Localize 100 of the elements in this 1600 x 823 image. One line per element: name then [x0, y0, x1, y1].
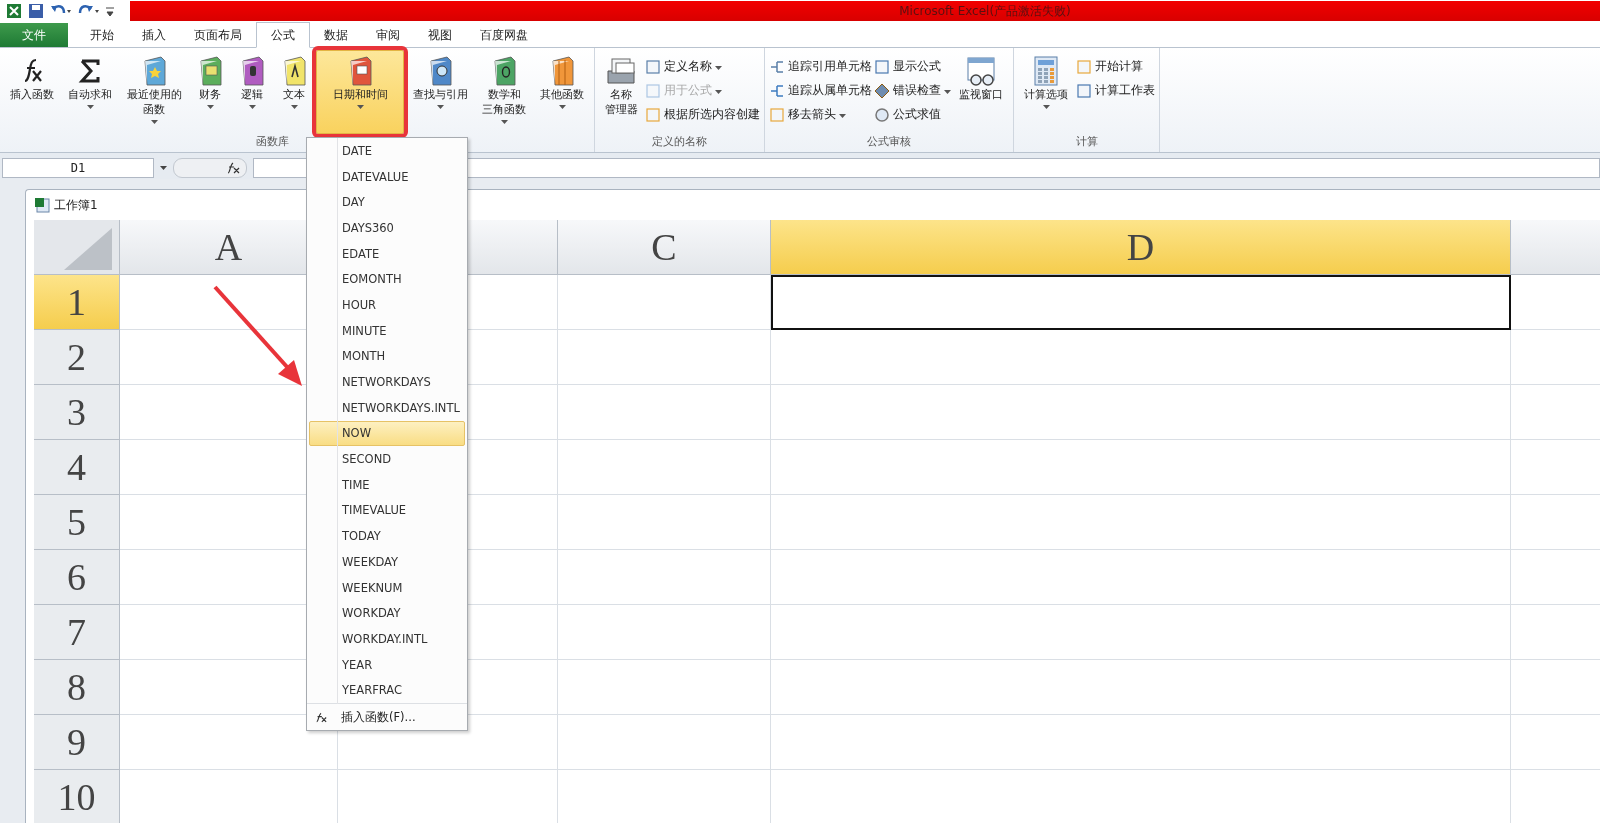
sheet-cell[interactable] — [771, 660, 1511, 715]
trace-arrows-icon — [769, 82, 785, 99]
menu-item[interactable]: DAY — [309, 189, 465, 216]
ribbon-button[interactable]: 名称 管理器 — [599, 50, 643, 134]
magnifier-icon — [874, 106, 890, 123]
row-header[interactable]: 9 — [34, 715, 120, 770]
sheet-cell[interactable] — [558, 495, 771, 550]
row-header[interactable]: 7 — [34, 605, 120, 660]
ribbon-button[interactable]: 财务 — [190, 50, 230, 134]
menu-item[interactable]: NETWORKDAYS.INTL — [309, 394, 465, 421]
menu-item[interactable]: WORKDAY.INTL — [309, 626, 465, 652]
menu-item[interactable]: DATEVALUE — [309, 163, 465, 190]
ribbon-button[interactable]: 最近使用的 函数 — [120, 50, 188, 134]
sheet-cell[interactable] — [558, 330, 771, 385]
menu-item[interactable]: MINUTE — [309, 317, 465, 344]
row-header[interactable]: 10 — [34, 770, 120, 823]
row-header[interactable]: 5 — [34, 495, 120, 550]
ribbon-button[interactable]: 查找与引用 — [406, 50, 474, 134]
sheet-cell[interactable] — [771, 440, 1511, 495]
menu-item[interactable]: YEARFRAC — [309, 677, 465, 704]
menu-item[interactable]: NOW — [309, 420, 465, 447]
customize-toolbar-icon[interactable] — [106, 4, 114, 18]
ribbon-button[interactable]: 数学和 三角函数 — [476, 50, 532, 134]
menu-item[interactable]: WEEKNUM — [309, 574, 465, 601]
save-icon[interactable] — [28, 3, 44, 19]
active-cell[interactable] — [771, 275, 1511, 330]
menu-item[interactable]: YEAR — [309, 651, 465, 678]
ribbon-tab[interactable]: 开始 — [76, 23, 128, 47]
caret-icon — [290, 105, 298, 110]
ribbon-tab[interactable]: 数据 — [310, 23, 362, 47]
ribbon-button[interactable]: 追踪引用单元格 — [769, 56, 872, 77]
ribbon-button[interactable]: 自动求和 — [62, 50, 118, 134]
menu-item[interactable]: 插入函数(F)... — [307, 703, 467, 731]
excel-logo-icon[interactable] — [6, 3, 22, 19]
select-all-corner[interactable] — [34, 220, 120, 275]
ribbon-button[interactable]: 追踪从属单元格 — [769, 80, 872, 101]
caret-icon[interactable] — [160, 165, 167, 171]
row-header[interactable]: 3 — [34, 385, 120, 440]
ribbon-tab[interactable]: 插入 — [128, 23, 180, 47]
ribbon-button[interactable]: 逻辑 — [232, 50, 272, 134]
ribbon-tab[interactable]: 公式 — [256, 22, 310, 48]
menu-item[interactable]: NETWORKDAYS — [309, 369, 465, 395]
menu-item[interactable]: TIMEVALUE — [309, 497, 465, 524]
sheet-cell[interactable] — [558, 440, 771, 495]
name-box[interactable]: D1 — [2, 158, 154, 178]
fx-icon — [226, 162, 240, 174]
ribbon-button[interactable]: 文本 — [274, 50, 314, 134]
caret-icon — [150, 120, 158, 125]
sheet-cell[interactable] — [771, 330, 1511, 385]
ribbon-button[interactable]: 其他函数 — [534, 50, 590, 134]
row-header[interactable]: 4 — [34, 440, 120, 495]
row-header[interactable]: 2 — [34, 330, 120, 385]
column-header[interactable]: D — [771, 220, 1511, 275]
menu-item[interactable]: TIME — [309, 471, 465, 498]
glasses-window-icon — [965, 55, 997, 87]
ribbon-button[interactable]: 定义名称 — [645, 56, 760, 77]
sheet-cell[interactable] — [558, 275, 771, 330]
ribbon-button[interactable]: 监视窗口 — [953, 50, 1009, 134]
menu-item[interactable]: WORKDAY — [309, 600, 465, 627]
menu-item[interactable]: HOUR — [309, 292, 465, 318]
sheet-cell[interactable] — [771, 385, 1511, 440]
ribbon-tab[interactable]: 页面布局 — [180, 23, 256, 47]
caret-icon — [1042, 105, 1050, 110]
ribbon-button[interactable]: 开始计算 — [1076, 56, 1155, 77]
menu-item[interactable]: SECOND — [309, 446, 465, 472]
ribbon-button[interactable]: 计算选项 — [1018, 50, 1074, 134]
menu-item[interactable]: MONTH — [309, 343, 465, 370]
menu-item[interactable]: DATE — [309, 138, 465, 164]
ribbon-tab[interactable]: 视图 — [414, 23, 466, 47]
ribbon-button[interactable]: 移去箭头 — [769, 104, 872, 125]
caret-icon — [206, 105, 214, 110]
ribbon-button[interactable]: 错误检查 — [874, 80, 951, 101]
trace-arrows-icon — [769, 58, 785, 75]
sheet-cell[interactable] — [771, 495, 1511, 550]
menu-item[interactable]: WEEKDAY — [309, 549, 465, 575]
row-header[interactable]: 8 — [34, 660, 120, 715]
row-header[interactable]: 6 — [34, 550, 120, 605]
ribbon-tab[interactable]: 文件 — [0, 23, 68, 47]
menu-item[interactable]: TODAY — [309, 523, 465, 549]
column-header[interactable] — [1511, 220, 1600, 275]
sheet-cell[interactable] — [558, 605, 771, 660]
ribbon-button[interactable]: 显示公式 — [874, 56, 951, 77]
column-header[interactable]: C — [558, 220, 771, 275]
sheet-cell[interactable] — [558, 660, 771, 715]
insert-function-button[interactable] — [173, 158, 247, 178]
sheet-cell[interactable] — [771, 550, 1511, 605]
ribbon-button[interactable]: 公式求值 — [874, 104, 951, 125]
ribbon-tab[interactable]: 审阅 — [362, 23, 414, 47]
sheet-cell[interactable] — [558, 385, 771, 440]
caret-icon — [436, 105, 444, 110]
ribbon-button[interactable]: 计算工作表 — [1076, 80, 1155, 101]
ribbon-button[interactable]: 根据所选内容创建 — [645, 104, 760, 125]
caret-icon — [248, 105, 256, 110]
ribbon-tab[interactable]: 百度网盘 — [466, 23, 542, 47]
sheet-cell[interactable] — [558, 550, 771, 605]
ribbon-button[interactable]: 插入函数 — [4, 50, 60, 134]
row-header[interactable]: 1 — [34, 275, 120, 330]
sheet-cell[interactable] — [771, 605, 1511, 660]
sheet-cell[interactable] — [558, 715, 771, 770]
sheet-cell[interactable] — [771, 715, 1511, 770]
